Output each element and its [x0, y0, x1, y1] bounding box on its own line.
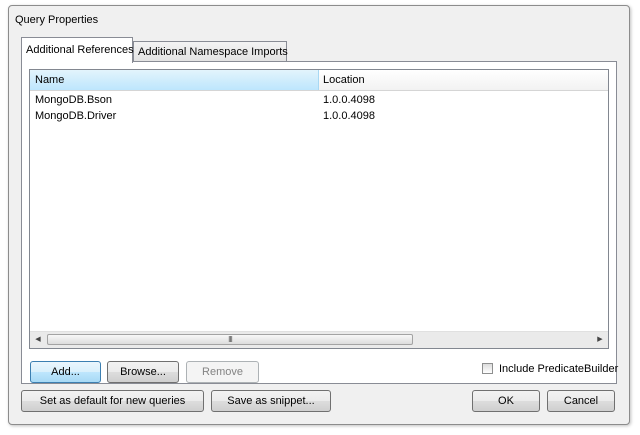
query-properties-dialog: Query Properties Additional References A…: [8, 5, 630, 425]
dialog-title: Query Properties: [15, 14, 99, 26]
column-header-location[interactable]: Location: [320, 70, 365, 90]
column-header-name[interactable]: Name: [30, 70, 319, 90]
scroll-right-arrow-icon[interactable]: ▶: [592, 332, 608, 348]
include-predicate-builder-label[interactable]: Include PredicateBuilder: [499, 362, 618, 376]
horizontal-scrollbar[interactable]: ◀ III ▶: [30, 331, 608, 348]
list-header: Name Location: [30, 70, 608, 91]
tab-panel-references: Name Location MongoDB.Bson 1.0.0.4098 Mo…: [21, 61, 618, 384]
include-predicate-builder-checkbox[interactable]: [482, 363, 493, 374]
cancel-button[interactable]: Cancel: [547, 390, 615, 412]
table-row[interactable]: MongoDB.Driver 1.0.0.4098: [30, 108, 608, 124]
tab-additional-references[interactable]: Additional References: [21, 37, 134, 63]
tab-additional-namespace-imports[interactable]: Additional Namespace Imports: [133, 41, 288, 61]
reference-location: 1.0.0.4098: [323, 94, 375, 106]
browse-button[interactable]: Browse...: [107, 361, 179, 383]
scroll-left-arrow-icon[interactable]: ◀: [30, 332, 46, 348]
set-as-default-button[interactable]: Set as default for new queries: [21, 390, 204, 412]
save-as-snippet-button[interactable]: Save as snippet...: [211, 390, 331, 412]
ok-button[interactable]: OK: [472, 390, 540, 412]
scrollbar-thumb[interactable]: III: [47, 334, 413, 345]
references-list[interactable]: Name Location MongoDB.Bson 1.0.0.4098 Mo…: [29, 69, 609, 349]
reference-name: MongoDB.Driver: [35, 110, 117, 122]
table-row[interactable]: MongoDB.Bson 1.0.0.4098: [30, 92, 608, 108]
reference-name: MongoDB.Bson: [35, 94, 113, 106]
add-button[interactable]: Add...: [30, 361, 101, 383]
remove-button[interactable]: Remove: [186, 361, 259, 383]
reference-location: 1.0.0.4098: [323, 110, 375, 122]
